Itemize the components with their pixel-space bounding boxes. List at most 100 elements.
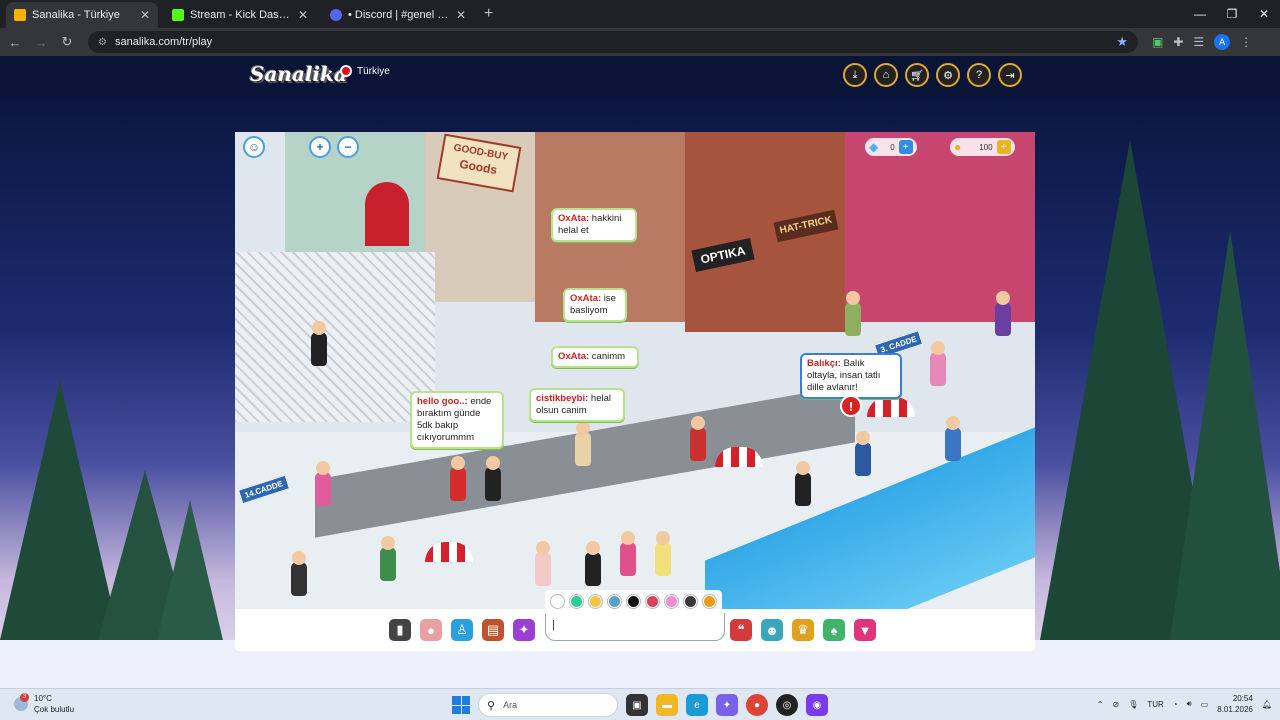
clothes-icon[interactable]: ♙ [451,619,473,641]
speech-bubbles-icon[interactable]: ❝ [730,619,752,641]
tab-kick[interactable]: Stream - Kick Dashboard ✕ [164,2,316,28]
player-character[interactable] [291,551,307,596]
region-selector[interactable]: Türkiye [340,65,390,77]
chat-bubble: OxAta: ise basliyom [563,288,627,322]
color-swatch-yellow[interactable] [589,594,602,608]
microphone-icon[interactable]: 🎙︎ [1128,700,1138,709]
bookmark-star-icon[interactable]: ★ [1116,34,1128,50]
file-explorer-icon[interactable]: ▬ [656,694,678,716]
player-character[interactable] [945,416,961,461]
profile-avatar[interactable]: A [1214,34,1231,50]
player-character[interactable] [930,341,946,386]
notifications-bell-icon[interactable]: 🔔︎ [1262,700,1272,709]
start-windows-icon[interactable] [452,696,470,714]
trophy-icon[interactable]: ♛ [792,619,814,641]
game-viewport[interactable]: GOOD-BUY Goods OPTIKA HAT-TRICK ☺ + − ◆ … [235,132,1035,609]
friends-icon[interactable]: ☻ [761,619,783,641]
window-controls: — ❐ ✕ [1184,0,1280,28]
help-icon[interactable]: ? [967,63,991,87]
player-character[interactable] [795,461,811,506]
color-swatch-gray[interactable] [684,594,697,608]
tab-title: • Discord | #genel | survivo [348,9,450,21]
close-tab-icon[interactable]: ✕ [140,8,150,22]
taskbar-clock[interactable]: 20:54 8.01.2026 [1217,693,1253,715]
network-off-icon[interactable]: ⊘ [1112,700,1119,709]
footprints-icon[interactable]: ● [420,619,442,641]
player-character[interactable] [585,541,601,586]
minimize-icon[interactable]: — [1184,0,1216,28]
search-placeholder: Ara [503,700,518,710]
chrome-icon[interactable]: ● [746,694,768,716]
color-swatch-white[interactable] [551,594,564,608]
player-character[interactable] [315,461,331,506]
dropdown-triangle-icon[interactable]: ▼ [854,619,876,641]
zoom-in-icon[interactable]: + [309,136,331,158]
player-character[interactable] [620,531,636,576]
close-window-icon[interactable]: ✕ [1248,0,1280,28]
player-character[interactable] [535,541,551,586]
weather-widget[interactable]: 3 10°C Çok bulutlu [14,693,74,715]
menu-kebab-icon[interactable]: ⋮ [1240,35,1252,49]
player-character[interactable] [845,291,861,336]
player-avatar-icon[interactable]: ☺ [243,136,265,158]
chevron-up-icon[interactable]: ⌃ [1097,700,1104,709]
copilot-icon[interactable]: ✦ [716,694,738,716]
discord-app-icon[interactable]: ◉ [806,694,828,716]
close-tab-icon[interactable]: ✕ [298,8,308,22]
taskbar-search[interactable]: ⚲ Ara [478,693,618,717]
tab-sanalika[interactable]: Sanalika - Türkiye ✕ [6,2,158,28]
address-bar[interactable]: ⚙ sanalika.com/tr/play ★ [88,31,1138,53]
maximize-icon[interactable]: ❐ [1216,0,1248,28]
dance-icon[interactable]: ✦ [513,619,535,641]
zoom-out-icon[interactable]: − [337,136,359,158]
chat-username: OxAta: [570,293,602,304]
home-icon[interactable]: ⌂ [874,63,898,87]
reading-list-icon[interactable]: ☰ [1193,35,1204,49]
color-swatch-red[interactable] [646,594,659,608]
sanalika-logo[interactable]: Sanalika [250,62,347,86]
cloud-icon: 3 [14,693,29,711]
player-character[interactable] [575,421,591,466]
island-icon[interactable]: ♠ [823,619,845,641]
player-character[interactable] [655,531,671,576]
language-indicator[interactable]: TUR [1147,700,1163,709]
player-character[interactable] [485,456,501,501]
cart-icon[interactable]: 🛒︎ [905,63,929,87]
extension-icon[interactable]: ▣ [1152,35,1163,49]
close-tab-icon[interactable]: ✕ [456,8,466,22]
chat-input[interactable]: | [545,613,725,641]
new-tab-button[interactable]: + [484,5,493,23]
extensions-puzzle-icon[interactable]: ✚ [1173,35,1183,49]
volume-icon[interactable]: 🔊︎ [1187,699,1192,709]
obs-icon[interactable]: ◎ [776,694,798,716]
color-swatch-orange[interactable] [703,594,716,608]
edge-browser-icon[interactable]: e [686,694,708,716]
tab-discord[interactable]: • Discord | #genel | survivo ✕ [322,2,474,28]
color-swatch-black[interactable] [627,594,640,608]
player-character[interactable] [690,416,706,461]
add-gems-button[interactable]: + [898,140,913,154]
reload-icon[interactable]: ↻ [54,34,80,50]
player-character[interactable] [380,536,396,581]
forward-icon[interactable]: → [28,35,54,50]
color-swatch-teal[interactable] [570,594,583,608]
player-character[interactable] [855,431,871,476]
task-view-icon[interactable]: ▣ [626,694,648,716]
download-icon[interactable]: ⤓ [843,63,867,87]
logout-icon[interactable]: ⇥ [998,63,1022,87]
phone-icon[interactable]: ▮ [389,619,411,641]
player-character[interactable] [450,456,466,501]
chat-text: canimm [591,351,626,362]
battery-icon[interactable]: ▭ [1201,700,1209,709]
color-swatch-pink[interactable] [665,594,678,608]
player-character[interactable] [311,321,327,366]
gear-icon[interactable]: ⚙ [936,63,960,87]
wifi-icon[interactable]: ◔ [1173,700,1178,709]
color-swatch-blue[interactable] [608,594,621,608]
site-info-icon[interactable]: ⚙ [98,37,107,48]
inventory-bag-icon[interactable]: ▤ [482,619,504,641]
back-icon[interactable]: ← [2,35,28,50]
alert-icon[interactable]: ! [840,395,862,417]
player-character[interactable] [995,291,1011,336]
add-coins-button[interactable]: + [996,140,1011,154]
